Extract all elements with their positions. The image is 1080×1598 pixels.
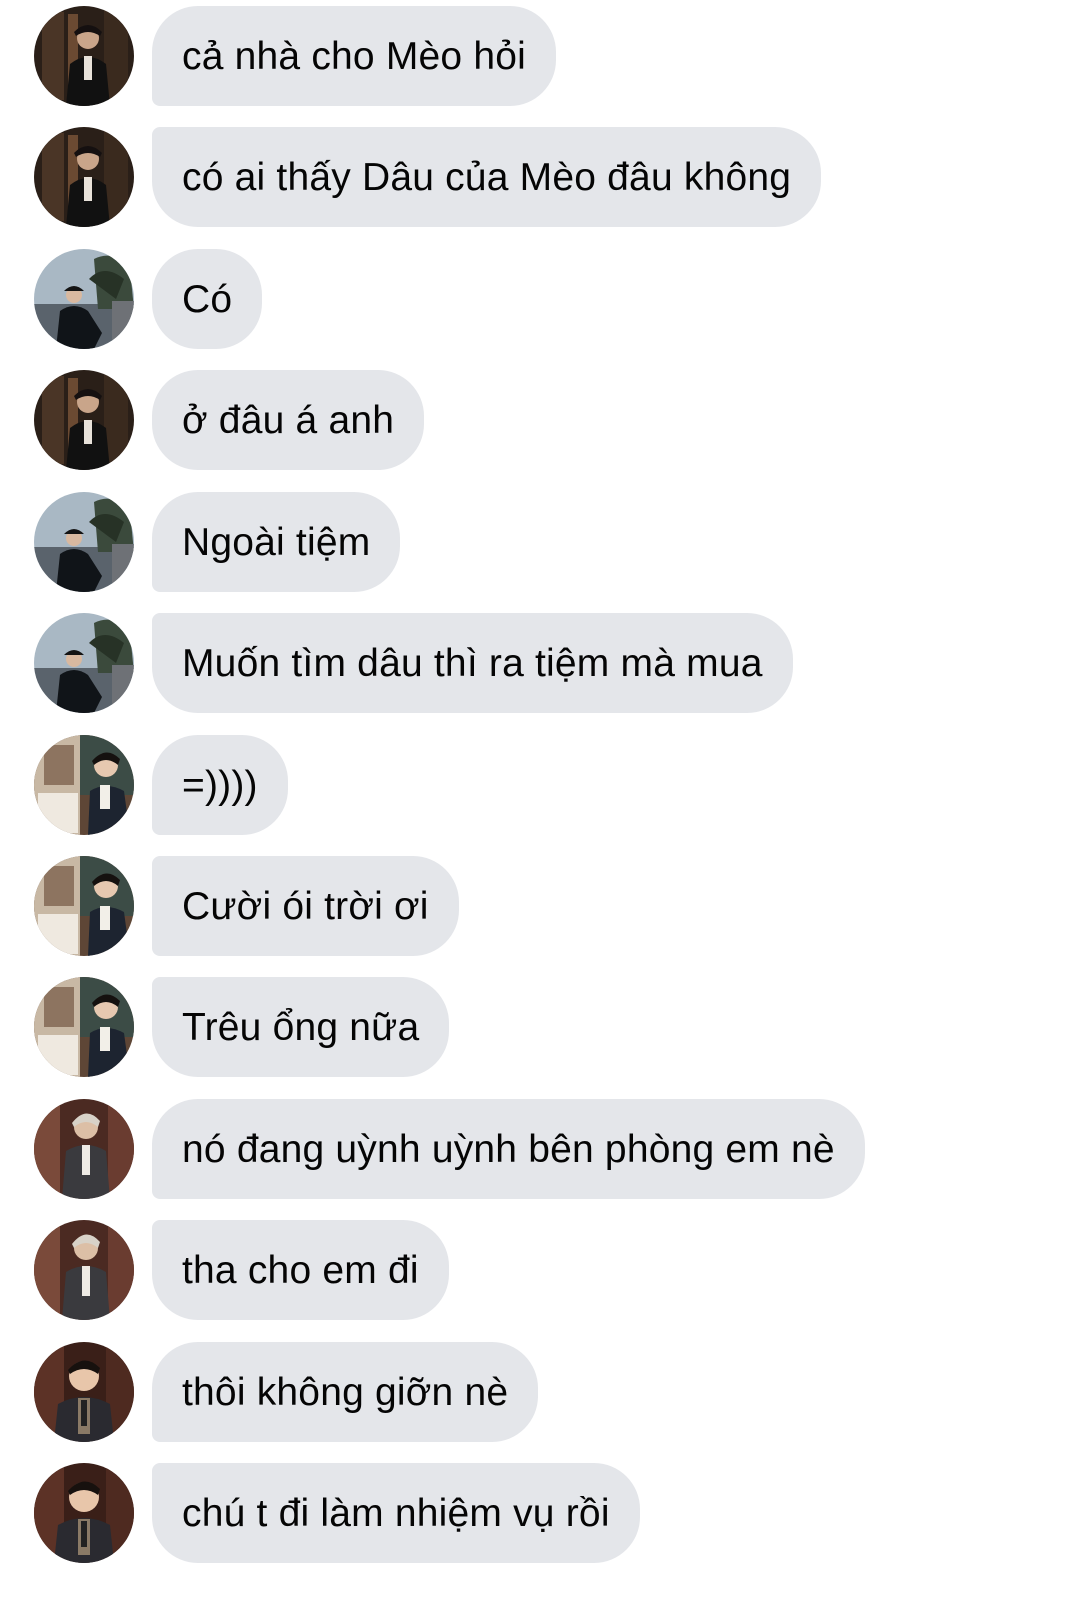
message-text: cả nhà cho Mèo hỏi bbox=[182, 34, 526, 78]
message-text: =)))) bbox=[182, 763, 258, 807]
avatar[interactable] bbox=[34, 249, 134, 349]
message-bubble[interactable]: thôi không giỡn nè bbox=[152, 1342, 539, 1442]
avatar-photo-icon bbox=[34, 249, 134, 349]
avatar-photo-icon bbox=[34, 1463, 134, 1563]
message-row: =)))) bbox=[0, 735, 1080, 835]
message-text: Ngoài tiệm bbox=[182, 520, 371, 564]
message-row: tha cho em đi bbox=[0, 1220, 1080, 1320]
message-text: Trêu ổng nữa bbox=[182, 1005, 420, 1049]
message-text: chú t đi làm nhiệm vụ rồi bbox=[182, 1491, 610, 1535]
message-bubble[interactable]: nó đang uỳnh uỳnh bên phòng em nè bbox=[152, 1099, 865, 1199]
message-row: cả nhà cho Mèo hỏi bbox=[0, 6, 1080, 106]
avatar[interactable] bbox=[34, 856, 134, 956]
avatar-photo-icon bbox=[34, 856, 134, 956]
avatar[interactable] bbox=[34, 6, 134, 106]
message-text: thôi không giỡn nè bbox=[182, 1370, 509, 1414]
message-bubble[interactable]: Trêu ổng nữa bbox=[152, 977, 450, 1077]
avatar-photo-icon bbox=[34, 735, 134, 835]
message-row: Ngoài tiệm bbox=[0, 492, 1080, 592]
message-row: nó đang uỳnh uỳnh bên phòng em nè bbox=[0, 1099, 1080, 1199]
avatar-photo-icon bbox=[34, 6, 134, 106]
avatar-photo-icon bbox=[34, 977, 134, 1077]
message-bubble[interactable]: Ngoài tiệm bbox=[152, 492, 401, 592]
avatar-photo-icon bbox=[34, 1220, 134, 1320]
avatar[interactable] bbox=[34, 492, 134, 592]
message-bubble[interactable]: ở đâu á anh bbox=[152, 370, 425, 470]
message-bubble[interactable]: có ai thấy Dâu của Mèo đâu không bbox=[152, 127, 822, 227]
message-text: nó đang uỳnh uỳnh bên phòng em nè bbox=[182, 1127, 835, 1171]
message-bubble[interactable]: Muốn tìm dâu thì ra tiệm mà mua bbox=[152, 613, 793, 713]
message-bubble[interactable]: =)))) bbox=[152, 735, 288, 835]
message-bubble[interactable]: Cười ói trời ơi bbox=[152, 856, 459, 956]
avatar-photo-icon bbox=[34, 613, 134, 713]
avatar-photo-icon bbox=[34, 492, 134, 592]
avatar-photo-icon bbox=[34, 370, 134, 470]
avatar[interactable] bbox=[34, 127, 134, 227]
avatar-photo-icon bbox=[34, 1099, 134, 1199]
message-bubble[interactable]: chú t đi làm nhiệm vụ rồi bbox=[152, 1463, 640, 1563]
message-text: Muốn tìm dâu thì ra tiệm mà mua bbox=[182, 641, 763, 685]
message-text: Có bbox=[182, 277, 233, 321]
message-row: thôi không giỡn nè bbox=[0, 1342, 1080, 1442]
avatar[interactable] bbox=[34, 735, 134, 835]
message-text: tha cho em đi bbox=[182, 1248, 419, 1292]
message-text: ở đâu á anh bbox=[182, 398, 395, 442]
message-row: chú t đi làm nhiệm vụ rồi bbox=[0, 1463, 1080, 1563]
message-bubble[interactable]: cả nhà cho Mèo hỏi bbox=[152, 6, 556, 106]
message-bubble[interactable]: tha cho em đi bbox=[152, 1220, 449, 1320]
message-row: có ai thấy Dâu của Mèo đâu không bbox=[0, 127, 1080, 227]
message-bubble[interactable]: Có bbox=[152, 249, 263, 349]
message-row: Trêu ổng nữa bbox=[0, 977, 1080, 1077]
avatar[interactable] bbox=[34, 977, 134, 1077]
avatar[interactable] bbox=[34, 613, 134, 713]
message-text: Cười ói trời ơi bbox=[182, 884, 429, 928]
avatar[interactable] bbox=[34, 370, 134, 470]
message-row: Cười ói trời ơi bbox=[0, 856, 1080, 956]
message-text: có ai thấy Dâu của Mèo đâu không bbox=[182, 155, 792, 199]
avatar-photo-icon bbox=[34, 1342, 134, 1442]
message-thread: cả nhà cho Mèo hỏi có ai thấy Dâu của Mè… bbox=[0, 0, 1080, 1598]
message-row: Muốn tìm dâu thì ra tiệm mà mua bbox=[0, 613, 1080, 713]
message-row: ở đâu á anh bbox=[0, 370, 1080, 470]
avatar[interactable] bbox=[34, 1220, 134, 1320]
message-row: Có bbox=[0, 249, 1080, 349]
avatar-photo-icon bbox=[34, 127, 134, 227]
avatar[interactable] bbox=[34, 1099, 134, 1199]
avatar[interactable] bbox=[34, 1463, 134, 1563]
avatar[interactable] bbox=[34, 1342, 134, 1442]
